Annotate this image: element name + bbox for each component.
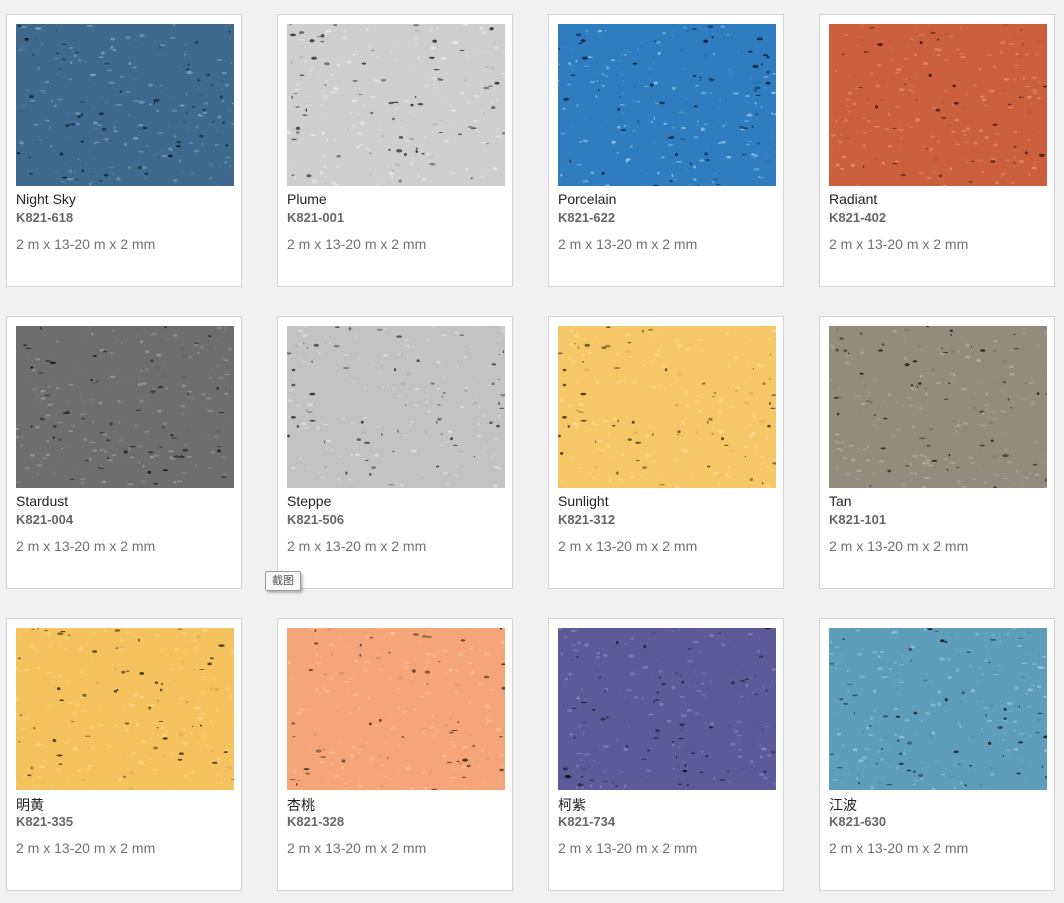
product-card[interactable]: 江波 K821-630 2 m x 13-20 m x 2 mm [819,618,1055,891]
product-size: 2 m x 13-20 m x 2 mm [558,840,698,856]
product-size: 2 m x 13-20 m x 2 mm [16,236,156,252]
product-name[interactable]: 江波 [829,795,857,815]
product-card[interactable]: Plume K821-001 2 m x 13-20 m x 2 mm [277,14,513,287]
product-name[interactable]: 明黄 [16,795,44,815]
product-swatch-image[interactable] [16,628,234,790]
product-size: 2 m x 13-20 m x 2 mm [558,236,698,252]
product-name[interactable]: Night Sky [16,191,76,207]
product-card[interactable]: Porcelain K821-622 2 m x 13-20 m x 2 mm [548,14,784,287]
product-name[interactable]: Porcelain [558,191,616,207]
product-size: 2 m x 13-20 m x 2 mm [287,236,427,252]
product-card[interactable]: Radiant K821-402 2 m x 13-20 m x 2 mm [819,14,1055,287]
product-size: 2 m x 13-20 m x 2 mm [829,236,969,252]
product-swatch-image[interactable] [558,628,776,790]
product-size: 2 m x 13-20 m x 2 mm [287,840,427,856]
product-name[interactable]: Stardust [16,493,68,509]
product-size: 2 m x 13-20 m x 2 mm [558,538,698,554]
product-swatch-image[interactable] [16,326,234,488]
product-size: 2 m x 13-20 m x 2 mm [16,538,156,554]
product-code: K821-630 [829,814,887,829]
product-size: 2 m x 13-20 m x 2 mm [829,840,969,856]
product-code: K821-506 [287,512,345,527]
product-code: K821-402 [829,210,887,225]
product-swatch-image[interactable] [829,326,1047,488]
product-code: K821-001 [287,210,345,225]
product-swatch-image[interactable] [558,326,776,488]
product-name[interactable]: Radiant [829,191,877,207]
product-swatch-image[interactable] [287,326,505,488]
product-code: K821-335 [16,814,74,829]
product-swatch-image[interactable] [16,24,234,186]
product-card[interactable]: Tan K821-101 2 m x 13-20 m x 2 mm [819,316,1055,589]
product-swatch-image[interactable] [829,628,1047,790]
product-code: K821-328 [287,814,345,829]
product-card[interactable]: Stardust K821-004 2 m x 13-20 m x 2 mm [6,316,242,589]
product-card[interactable]: Night Sky K821-618 2 m x 13-20 m x 2 mm [6,14,242,287]
product-code: K821-622 [558,210,616,225]
product-name[interactable]: 柯紫 [558,795,586,815]
product-name[interactable]: Steppe [287,493,331,509]
product-name[interactable]: Plume [287,191,327,207]
product-code: K821-734 [558,814,616,829]
product-card[interactable]: 柯紫 K821-734 2 m x 13-20 m x 2 mm [548,618,784,891]
product-name[interactable]: Tan [829,493,852,509]
product-name[interactable]: Sunlight [558,493,609,509]
product-size: 2 m x 13-20 m x 2 mm [16,840,156,856]
product-size: 2 m x 13-20 m x 2 mm [287,538,427,554]
screenshot-tooltip: 截图 [265,571,301,591]
product-card[interactable]: Sunlight K821-312 2 m x 13-20 m x 2 mm [548,316,784,589]
product-code: K821-101 [829,512,887,527]
product-swatch-image[interactable] [287,24,505,186]
product-swatch-image[interactable] [829,24,1047,186]
product-code: K821-312 [558,512,616,527]
product-size: 2 m x 13-20 m x 2 mm [829,538,969,554]
product-code: K821-618 [16,210,74,225]
product-swatch-image[interactable] [287,628,505,790]
product-card[interactable]: 杏桃 K821-328 2 m x 13-20 m x 2 mm [277,618,513,891]
product-swatch-image[interactable] [558,24,776,186]
product-name[interactable]: 杏桃 [287,795,315,815]
product-card[interactable]: 明黄 K821-335 2 m x 13-20 m x 2 mm [6,618,242,891]
product-code: K821-004 [16,512,74,527]
product-card[interactable]: Steppe K821-506 2 m x 13-20 m x 2 mm [277,316,513,589]
